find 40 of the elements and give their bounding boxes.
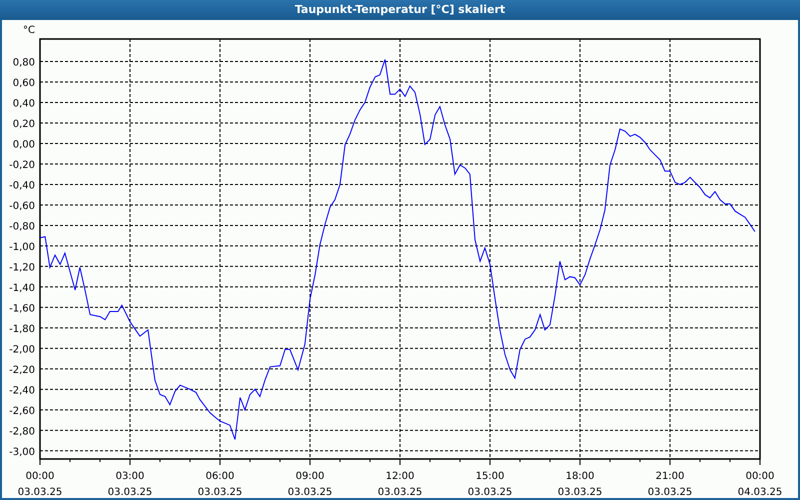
x-tick-date: 03.03.25 — [558, 487, 602, 498]
y-tick-label: -0,80 — [9, 221, 35, 232]
x-tick-date: 03.03.25 — [288, 487, 332, 498]
x-tick-time: 12:00 — [386, 471, 414, 482]
window-title: Taupunkt-Temperatur [°C] skaliert — [0, 0, 800, 20]
y-tick-label: -2,40 — [9, 385, 35, 396]
y-tick-label: 0,60 — [12, 78, 35, 90]
x-tick-date: 03.03.25 — [108, 487, 152, 498]
x-tick-date: 03.03.25 — [648, 487, 692, 498]
x-tick-time: 15:00 — [476, 471, 504, 482]
y-tick-label: 0,40 — [12, 98, 35, 110]
y-tick-label: 0,80 — [12, 58, 35, 69]
y-tick-label: 0,20 — [12, 119, 35, 130]
x-tick-time: 03:00 — [116, 471, 144, 482]
x-tick-time: 06:00 — [206, 471, 234, 482]
y-tick-label: -2,20 — [9, 364, 35, 376]
y-tick-label: -1,40 — [9, 282, 35, 294]
y-tick-label: 0,00 — [12, 140, 35, 150]
y-tick-label: -2,00 — [9, 344, 35, 356]
y-tick-label: -2,80 — [9, 426, 35, 438]
x-tick-date: 04.03.25 — [738, 487, 782, 498]
y-tick-label: -1,60 — [9, 303, 35, 314]
y-tick-label: -3,00 — [9, 446, 35, 458]
x-tick-time: 09:00 — [296, 471, 324, 482]
x-tick-time: 18:00 — [566, 471, 594, 482]
x-tick-time: 00:00 — [746, 471, 774, 482]
x-tick-date: 03.03.25 — [18, 487, 62, 498]
y-tick-label: -0,60 — [9, 200, 35, 212]
y-axis-unit: °C — [23, 25, 35, 36]
x-tick-date: 03.03.25 — [378, 487, 422, 498]
x-tick-time: 21:00 — [656, 471, 684, 482]
y-tick-label: -1,00 — [9, 242, 35, 253]
y-tick-label: -1,20 — [9, 262, 35, 274]
y-tick-label: -0,20 — [9, 160, 35, 171]
y-tick-label: -1,80 — [9, 324, 35, 335]
y-tick-label: -2,60 — [9, 406, 35, 417]
x-tick-date: 03.03.25 — [198, 487, 242, 498]
x-tick-date: 03.03.25 — [468, 487, 512, 498]
y-tick-label: -0,40 — [9, 180, 35, 192]
x-tick-time: 00:00 — [26, 471, 54, 482]
